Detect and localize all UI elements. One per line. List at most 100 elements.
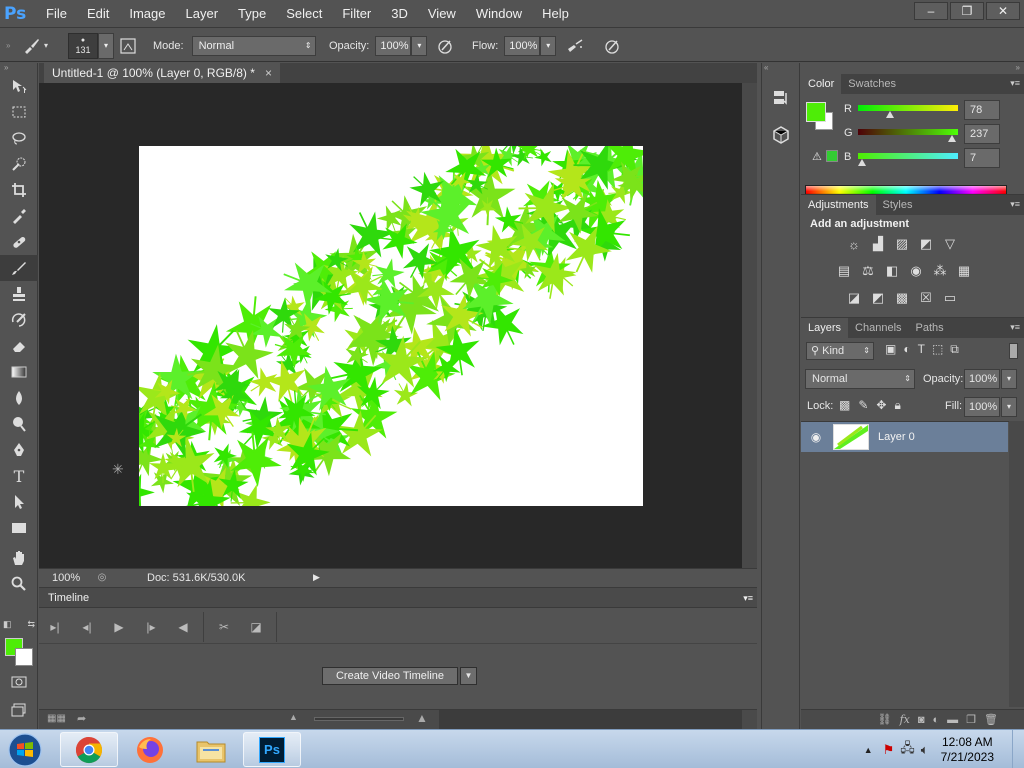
adjustments-panel-menu-icon[interactable]: ▾≡ xyxy=(1010,199,1020,210)
rectangle-tool-icon[interactable] xyxy=(0,515,38,541)
start-button[interactable] xyxy=(4,730,46,768)
layer-name[interactable]: Layer 0 xyxy=(878,431,915,443)
curves-icon[interactable]: ▨ xyxy=(892,234,912,254)
fill-slider-toggle[interactable]: ▾ xyxy=(1001,397,1017,417)
delete-layer-icon[interactable]: 🗑︎ xyxy=(984,713,998,726)
out-of-gamut-warning-icon[interactable]: ⚠ xyxy=(812,150,822,163)
menu-image[interactable]: Image xyxy=(119,0,175,28)
swap-colors-icon[interactable]: ⇆ xyxy=(27,619,35,633)
minimize-button[interactable]: ‒ xyxy=(914,2,948,20)
mode-select[interactable]: Normal ⇕ xyxy=(191,35,316,56)
zoom-level[interactable]: 100% xyxy=(39,572,87,584)
next-frame-icon[interactable]: |▸ xyxy=(135,612,167,642)
brush-tool-preset-icon[interactable] xyxy=(20,35,42,57)
layers-scrollbar[interactable] xyxy=(1009,421,1024,707)
close-button[interactable]: ✕ xyxy=(986,2,1020,20)
background-color-swatch[interactable] xyxy=(15,648,33,666)
default-colors-icon[interactable]: ◧ xyxy=(3,619,12,633)
red-slider-thumb[interactable] xyxy=(886,111,894,118)
previous-frame-icon[interactable]: ◂| xyxy=(71,612,103,642)
menu-view[interactable]: View xyxy=(418,0,466,28)
timeline-panel-menu-icon[interactable]: ▾≡ xyxy=(743,588,753,608)
pressure-opacity-icon[interactable] xyxy=(434,35,456,57)
filter-shape-icon[interactable]: ⬚ xyxy=(932,342,943,357)
quick-selection-tool-icon[interactable] xyxy=(0,151,38,177)
zoom-out-icon[interactable]: ▲ xyxy=(289,712,298,722)
taskbar-file-explorer[interactable] xyxy=(182,732,240,767)
gradient-tool-icon[interactable] xyxy=(0,359,38,385)
exposure-icon[interactable]: ◩ xyxy=(916,234,936,254)
channel-mixer-icon[interactable]: ⁂ xyxy=(930,261,950,281)
selective-color-icon[interactable]: ☒ xyxy=(916,288,936,308)
quick-mask-icon[interactable] xyxy=(0,669,38,695)
create-video-timeline-button[interactable]: Create Video Timeline xyxy=(322,667,458,685)
action-center-icon[interactable]: ⚑ xyxy=(883,742,895,758)
layers-panel-menu-icon[interactable]: ▾≡ xyxy=(1010,322,1020,333)
document-vertical-scrollbar[interactable] xyxy=(742,83,757,568)
layer-row[interactable]: ◉ Layer 0 xyxy=(801,422,1008,452)
zoom-tool-icon[interactable] xyxy=(0,571,38,597)
audio-icon[interactable]: ◀ xyxy=(167,612,199,642)
filter-adjustment-icon[interactable]: ◐ xyxy=(903,342,910,357)
properties-3d-panel-icon[interactable] xyxy=(771,125,791,145)
tab-paths[interactable]: Paths xyxy=(909,318,951,338)
eraser-tool-icon[interactable] xyxy=(0,333,38,359)
render-video-icon[interactable]: ➦ xyxy=(77,712,86,725)
document-tab-close-icon[interactable]: × xyxy=(265,63,272,83)
history-brush-tool-icon[interactable] xyxy=(0,307,38,333)
filter-smart-object-icon[interactable]: ⧉ xyxy=(950,342,959,357)
menu-layer[interactable]: Layer xyxy=(176,0,229,28)
fill-input[interactable]: 100% xyxy=(964,397,1000,417)
hue-saturation-icon[interactable]: ▤ xyxy=(834,261,854,281)
add-mask-icon[interactable]: ◙ xyxy=(918,714,925,726)
black-white-icon[interactable]: ◧ xyxy=(882,261,902,281)
flow-slider-toggle[interactable]: ▾ xyxy=(540,35,557,56)
eye-visibility-icon[interactable]: ◉ xyxy=(801,430,831,444)
type-tool-icon[interactable]: T xyxy=(0,463,38,489)
screen-mode-icon[interactable] xyxy=(0,697,38,723)
timeline-title[interactable]: Timeline xyxy=(48,592,89,604)
brush-tool-icon[interactable] xyxy=(0,255,38,281)
healing-brush-tool-icon[interactable] xyxy=(0,229,38,255)
show-hidden-icons-icon[interactable]: ▲ xyxy=(864,745,873,755)
invert-icon[interactable]: ◪ xyxy=(844,288,864,308)
tab-color[interactable]: Color xyxy=(801,74,842,94)
new-group-icon[interactable]: ▬ xyxy=(947,714,958,726)
brightness-contrast-icon[interactable]: ☼ xyxy=(844,234,864,254)
tab-swatches[interactable]: Swatches xyxy=(841,74,903,94)
restore-button[interactable]: ❐ xyxy=(950,2,984,20)
menu-filter[interactable]: Filter xyxy=(332,0,381,28)
menu-type[interactable]: Type xyxy=(228,0,276,28)
green-slider-thumb[interactable] xyxy=(948,135,956,142)
blue-value-input[interactable]: 7 xyxy=(964,148,1000,168)
levels-icon[interactable]: ▟ xyxy=(868,234,888,254)
tools-grip[interactable]: » xyxy=(0,63,37,73)
taskbar-chrome[interactable] xyxy=(60,732,118,767)
green-slider[interactable] xyxy=(858,129,958,135)
network-icon[interactable]: 🖧︎ xyxy=(900,739,915,761)
dodge-tool-icon[interactable] xyxy=(0,411,38,437)
document-workspace[interactable]: ✳ xyxy=(39,83,742,568)
path-selection-tool-icon[interactable] xyxy=(0,489,38,515)
blue-slider[interactable] xyxy=(858,153,958,159)
marquee-tool-icon[interactable] xyxy=(0,99,38,125)
tab-styles[interactable]: Styles xyxy=(876,195,920,215)
filter-pixel-icon[interactable]: ▣ xyxy=(885,342,896,357)
color-lookup-icon[interactable]: ▦ xyxy=(954,261,974,281)
blur-tool-icon[interactable] xyxy=(0,385,38,411)
new-layer-icon[interactable]: ❐ xyxy=(966,713,976,726)
color-panel-menu-icon[interactable]: ▾≡ xyxy=(1010,78,1020,89)
taskbar-photoshop[interactable]: Ps xyxy=(243,732,301,767)
status-menu-arrow-icon[interactable]: ▶ xyxy=(313,572,320,583)
opacity-input[interactable]: 100% xyxy=(375,35,412,56)
taskbar-firefox[interactable] xyxy=(121,732,179,767)
status-info-icon[interactable]: ◎ xyxy=(91,571,113,585)
new-adjustment-layer-icon[interactable]: ◐ xyxy=(933,714,940,726)
lock-transparent-pixels-icon[interactable]: ▩ xyxy=(839,398,850,413)
menu-edit[interactable]: Edit xyxy=(77,0,119,28)
system-clock[interactable]: 12:08 AM 7/21/2023 xyxy=(931,735,1012,765)
timeline-horizontal-scrollbar[interactable] xyxy=(439,710,742,730)
menu-help[interactable]: Help xyxy=(532,0,579,28)
posterize-icon[interactable]: ◩ xyxy=(868,288,888,308)
layer-filter-kind-select[interactable]: ⚲ Kind ⇕ xyxy=(806,342,874,360)
